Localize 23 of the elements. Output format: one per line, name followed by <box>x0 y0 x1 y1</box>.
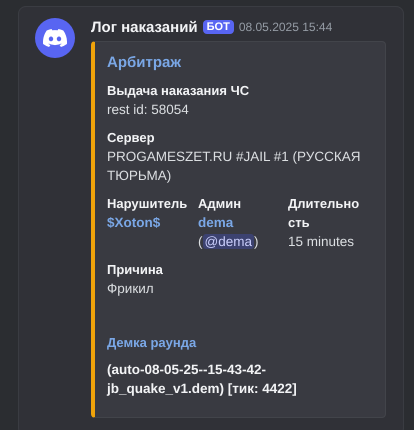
field-value: 15 minutes <box>288 234 354 249</box>
user-link[interactable]: dema <box>198 215 234 230</box>
author-name[interactable]: Лог наказаний <box>91 18 198 36</box>
embed-title: Арбитраж <box>107 54 182 71</box>
field-name: Демка раунда <box>107 334 198 352</box>
field-name: Выдача наказания ЧС <box>107 82 250 100</box>
bot-avatar[interactable] <box>35 18 75 58</box>
message-timestamp: 08.05.2025 15:44 <box>238 20 332 34</box>
field-name: Сервер <box>107 129 156 147</box>
field-name: Причина <box>107 261 164 279</box>
gamepad-icon <box>43 29 67 47</box>
field-value: ) <box>254 234 258 249</box>
bot-tag: БОТ <box>202 20 234 34</box>
field-name: Нарушитель <box>107 195 188 213</box>
field-value: ( <box>198 234 202 249</box>
field-value: PROGAMESZET.RU #JAIL #1 (РУССКАЯ ТЮРЬМА) <box>107 149 360 183</box>
field-name: Админ <box>198 195 242 213</box>
field-value: rest id: 58054 <box>107 102 189 117</box>
field-value: Фрикил <box>107 281 154 296</box>
user-link[interactable]: $Xoton$ <box>107 215 160 230</box>
field-name: Длительность <box>288 195 360 232</box>
field-value: (auto-08-05-25--15-43-42-jb_quake_v1.dem) [тик: 4422] <box>107 362 297 396</box>
user-mention[interactable]: @dema <box>202 234 254 249</box>
